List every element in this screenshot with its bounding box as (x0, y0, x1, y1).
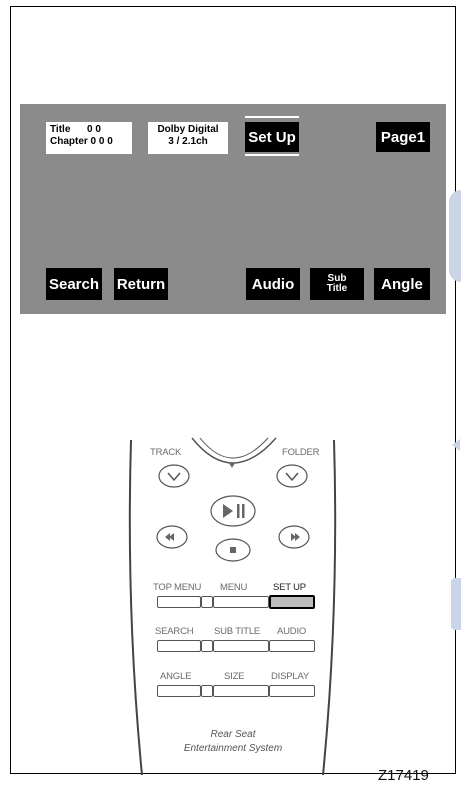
subtitle-remote-button[interactable] (213, 640, 269, 652)
menu-label: MENU (220, 582, 248, 593)
subtitle-label: SUB TITLE (214, 626, 261, 637)
size-remote-button-left[interactable] (201, 685, 213, 697)
top-menu-remote-button[interactable] (157, 596, 201, 608)
folder-down-button[interactable] (276, 464, 308, 488)
remote-brand-line1: Rear Seat (210, 729, 256, 740)
audio-remote-button[interactable] (269, 640, 315, 652)
size-remote-button[interactable] (213, 685, 269, 697)
remote-control: TRACK FOLDER TOP MENU MENU SET UP SEARCH… (0, 0, 461, 785)
fast-forward-button[interactable] (278, 525, 310, 549)
track-down-button[interactable] (158, 464, 190, 488)
stop-button[interactable] (215, 538, 251, 562)
folder-label: FOLDER (282, 447, 320, 458)
stop-icon (230, 547, 236, 553)
size-label: SIZE (224, 671, 245, 682)
display-remote-button[interactable] (269, 685, 315, 697)
menu-remote-button[interactable] (201, 596, 213, 608)
setup-label: SET UP (273, 582, 306, 593)
play-pause-button[interactable] (210, 495, 256, 527)
remote-body-outline (128, 437, 337, 776)
audio-label: AUDIO (277, 626, 307, 637)
top-menu-label: TOP MENU (153, 582, 202, 593)
track-label: TRACK (150, 447, 182, 458)
search-remote-button[interactable] (157, 640, 201, 652)
subtitle-remote-button-left[interactable] (201, 640, 213, 652)
angle-label: ANGLE (160, 671, 192, 682)
rewind-button[interactable] (156, 525, 188, 549)
angle-remote-button[interactable] (157, 685, 201, 697)
display-label: DISPLAY (271, 671, 310, 682)
setup-remote-button[interactable] (269, 595, 315, 609)
menu-remote-button-right[interactable] (213, 596, 269, 608)
remote-brand-line2: Entertainment System (183, 743, 283, 754)
search-label: SEARCH (155, 626, 194, 637)
figure-id: Z17419 (378, 767, 429, 784)
